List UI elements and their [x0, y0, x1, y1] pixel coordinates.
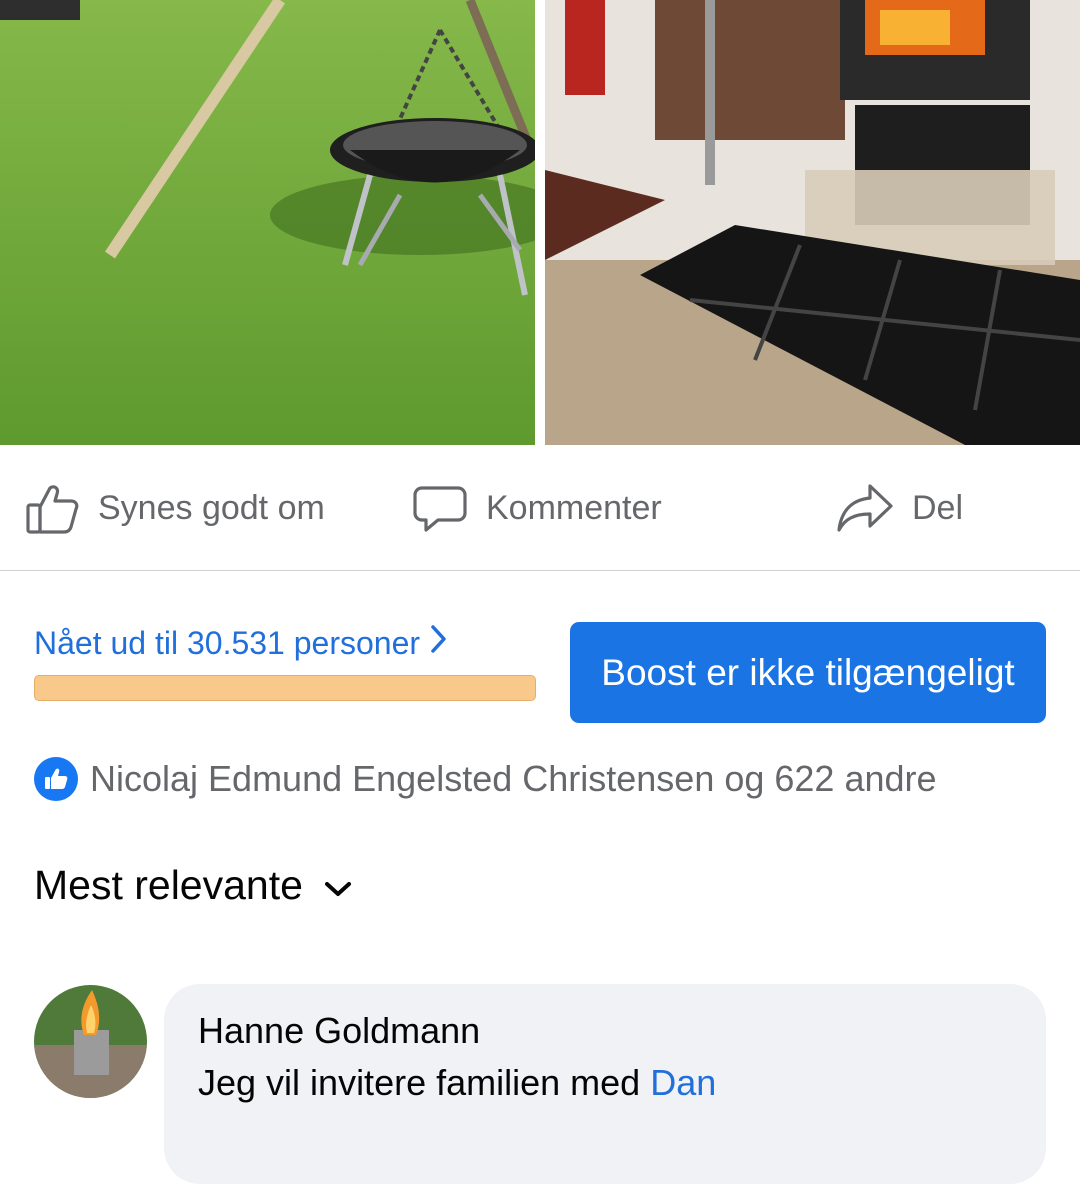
- comment-author[interactable]: Hanne Goldmann: [198, 1010, 480, 1052]
- like-reaction-icon: [34, 757, 78, 801]
- chevron-right-icon: [420, 622, 450, 664]
- reach-link[interactable]: Nået ud til 30.531 personer: [34, 622, 450, 664]
- photo-fire-pit-on-grass[interactable]: [0, 0, 535, 445]
- boost-label: Boost er ikke tilgængeligt: [601, 651, 1015, 693]
- comment-mention-link[interactable]: Dan: [650, 1062, 716, 1103]
- thumbs-up-icon: [24, 480, 80, 536]
- share-arrow-icon: [836, 480, 894, 536]
- speech-bubble-icon: [412, 480, 468, 536]
- share-label: Del: [912, 488, 964, 527]
- commenter-avatar[interactable]: [34, 985, 147, 1098]
- like-button[interactable]: Synes godt om: [24, 475, 325, 541]
- comment-text: Jeg vil invitere familien med Dan: [198, 1062, 716, 1104]
- post-action-bar: Synes godt om Kommenter Del: [0, 445, 1080, 571]
- reach-text: Nået ud til 30.531 personer: [34, 624, 421, 661]
- reactions-summary[interactable]: Nicolaj Edmund Engelsted Christensen og …: [34, 757, 937, 801]
- comment-bubble[interactable]: Hanne Goldmann Jeg vil invitere familien…: [164, 984, 1046, 1184]
- share-button[interactable]: Del: [836, 475, 963, 541]
- comment-sort-dropdown[interactable]: Mest relevante: [34, 862, 353, 909]
- like-label: Synes godt om: [98, 488, 325, 527]
- boost-button[interactable]: Boost er ikke tilgængeligt: [570, 622, 1046, 723]
- post-photo-grid: [0, 0, 1080, 445]
- sort-label: Mest relevante: [34, 862, 303, 908]
- reach-progress-bar: [34, 675, 536, 701]
- comment-button[interactable]: Kommenter: [412, 475, 662, 541]
- comment-label: Kommenter: [486, 488, 662, 527]
- comment-body: Jeg vil invitere familien med: [198, 1062, 641, 1103]
- photo-wood-stove[interactable]: [545, 0, 1080, 445]
- reactions-text: Nicolaj Edmund Engelsted Christensen og …: [90, 758, 937, 799]
- chevron-down-icon: [303, 862, 353, 909]
